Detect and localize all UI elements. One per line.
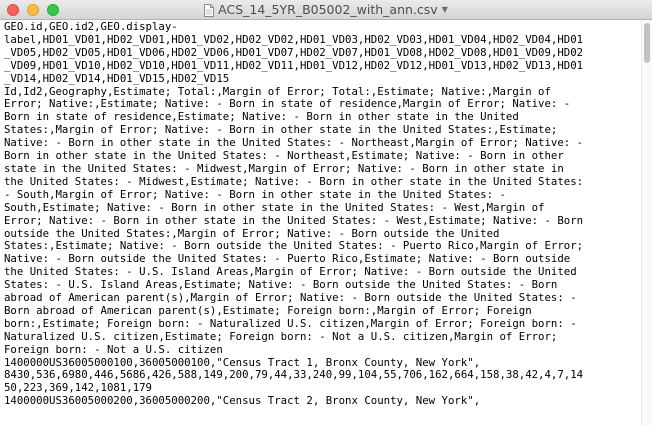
vertical-scrollbar[interactable] (641, 20, 652, 425)
document-line: _VD14,HD02_VD14,HD01_VD15,HD02_VD15 (4, 71, 230, 85)
text-editor-window: ACS_14_5YR_B05002_with_ann.csv ▼ GEO.id,… (0, 0, 652, 425)
document-line: born:,Estimate; Foreign born: - Naturali… (4, 316, 577, 330)
document-line: outside the United States:,Margin of Err… (4, 226, 500, 240)
document-line: _VD09,HD01_VD10,HD02_VD10,HD01_VD11,HD02… (4, 58, 584, 72)
document-text[interactable]: GEO.id,GEO.id2,GEO.display- label,HD01_V… (4, 20, 641, 408)
document-line: States: - U.S. Island Areas,Estimate; Na… (4, 278, 558, 292)
document-line: label,HD01_VD01,HD02_VD01,HD01_VD02,HD02… (4, 32, 584, 46)
document-icon (204, 3, 215, 17)
document-line: _VD05,HD02_VD05,HD01_VD06,HD02_VD06,HD01… (4, 45, 584, 59)
document-line: the United States: - U.S. Island Areas,M… (4, 265, 577, 279)
window-title-area[interactable]: ACS_14_5YR_B05002_with_ann.csv ▼ (0, 0, 652, 20)
document-line: Native: - Born outside the United States… (4, 252, 571, 266)
scrollbar-thumb[interactable] (644, 23, 650, 63)
document-line: Foreign born: - Not a U.S. citizen (4, 342, 223, 356)
document-line: Error; Native:,Estimate; Native: - Born … (4, 97, 571, 111)
document-line: - South,Margin of Error; Native: - Born … (4, 187, 506, 201)
document-line: Native: - Born in other state in the Uni… (4, 136, 584, 150)
document-text-area[interactable]: GEO.id,GEO.id2,GEO.display- label,HD01_V… (0, 20, 641, 425)
document-line: 8430,536,6980,446,5686,426,588,149,200,7… (4, 368, 584, 382)
document-line: States:,Margin of Error; Native: - Born … (4, 123, 558, 137)
document-line: Born abroad of American parent(s),Estima… (4, 303, 532, 317)
document-line: Born in other state in the United States… (4, 149, 564, 163)
document-line: the United States: - Midwest,Estimate; N… (4, 174, 584, 188)
document-line: Born in state of residence,Estimate; Nat… (4, 110, 519, 124)
document-line: state in the United States: - Midwest,Ma… (4, 161, 564, 175)
window-title: ACS_14_5YR_B05002_with_ann.csv (218, 2, 438, 17)
document-line: GEO.id,GEO.id2,GEO.display- (4, 20, 178, 33)
document-line: 50,223,369,142,1081,179 (4, 381, 152, 395)
document-line: States:,Estimate; Native: - Born outside… (4, 239, 584, 253)
document-line: Error; Native: - Born in other state in … (4, 213, 584, 227)
document-line: Naturalized U.S. citizen,Estimate; Forei… (4, 329, 558, 343)
document-line: 1400000US36005000200,36005000200,"Census… (4, 394, 481, 408)
title-bar[interactable]: ACS_14_5YR_B05002_with_ann.csv ▼ (0, 0, 652, 20)
document-line: South,Estimate; Native: - Born in other … (4, 200, 545, 214)
document-line: Id,Id2,Geography,Estimate; Total:,Margin… (4, 84, 551, 98)
chevron-down-icon[interactable]: ▼ (442, 0, 448, 20)
document-line: 1400000US36005000100,36005000100,"Census… (4, 355, 481, 369)
document-line: abroad of American parent(s),Margin of E… (4, 291, 577, 305)
